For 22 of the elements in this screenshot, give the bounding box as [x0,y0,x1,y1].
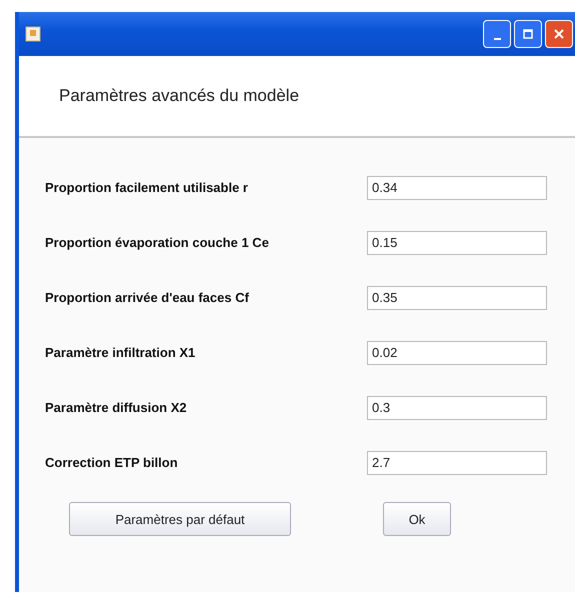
field-label: Proportion évaporation couche 1 Ce [45,235,270,250]
maximize-icon [523,29,533,39]
minimize-icon [494,38,500,40]
input-field[interactable]: 0.34 [367,176,547,200]
field-label: Proportion facilement utilisable r [45,180,249,195]
field-label: Paramètre diffusion X2 [45,400,188,415]
minimize-button[interactable] [483,20,511,48]
defaults-button[interactable]: Paramètres par défaut [69,502,291,536]
close-button[interactable] [545,20,573,48]
field-label: Proportion arrivée d'eau faces Cf [45,290,250,305]
input-field[interactable]: 0.3 [367,396,547,420]
dialog-heading: Paramètres avancés du modèle [59,86,300,106]
maximize-button[interactable] [514,20,542,48]
input-field[interactable]: 0.15 [367,230,547,254]
ok-button[interactable]: Ok [383,502,451,536]
input-field[interactable]: 2.7 [367,450,547,474]
input-field[interactable]: 0.35 [367,286,547,310]
input-field[interactable]: 0.02 [367,340,547,364]
field-label: Paramètre infiltration X1 [45,345,196,360]
field-label: Correction ETP billon [45,455,179,470]
close-icon [554,29,564,39]
app-icon [25,26,41,42]
